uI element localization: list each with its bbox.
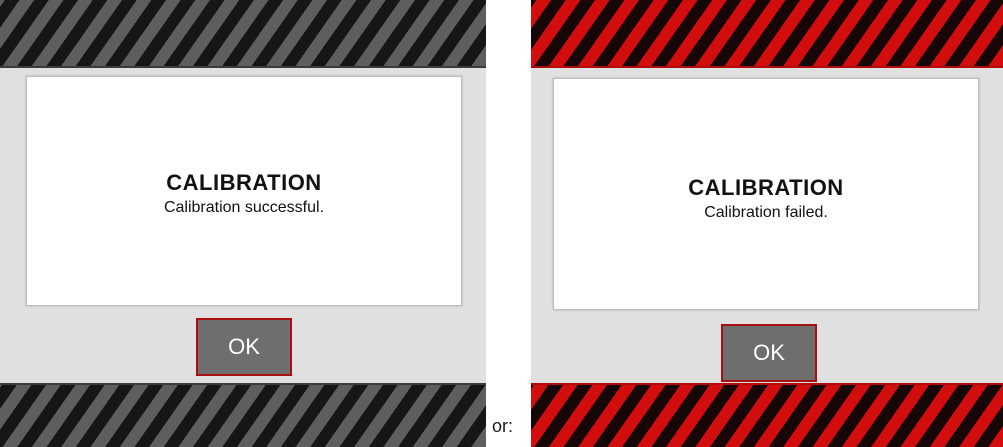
separator-text: or: bbox=[492, 416, 514, 436]
message-panel: CALIBRATION Calibration successful. bbox=[26, 76, 462, 306]
dialog-message: Calibration failed. bbox=[704, 204, 828, 222]
calibration-failed-dialog: CALIBRATION Calibration failed. OK bbox=[531, 0, 1003, 447]
dialog-title: CALIBRATION bbox=[688, 175, 844, 201]
ok-button[interactable]: OK bbox=[196, 318, 292, 376]
warning-stripe-top bbox=[531, 0, 1003, 68]
warning-stripe-bottom bbox=[0, 383, 486, 447]
warning-stripe-top bbox=[0, 0, 486, 68]
ok-button[interactable]: OK bbox=[721, 324, 817, 382]
message-panel: CALIBRATION Calibration failed. bbox=[553, 78, 979, 310]
warning-stripe-bottom bbox=[531, 383, 1003, 447]
dialog-message: Calibration successful. bbox=[163, 198, 325, 216]
calibration-success-dialog: CALIBRATION Calibration successful. OK bbox=[0, 0, 486, 447]
message-text-block: CALIBRATION Calibration failed. bbox=[554, 175, 978, 222]
dialog-title: CALIBRATION bbox=[166, 169, 322, 195]
message-text-block: CALIBRATION Calibration successful. bbox=[27, 170, 461, 217]
